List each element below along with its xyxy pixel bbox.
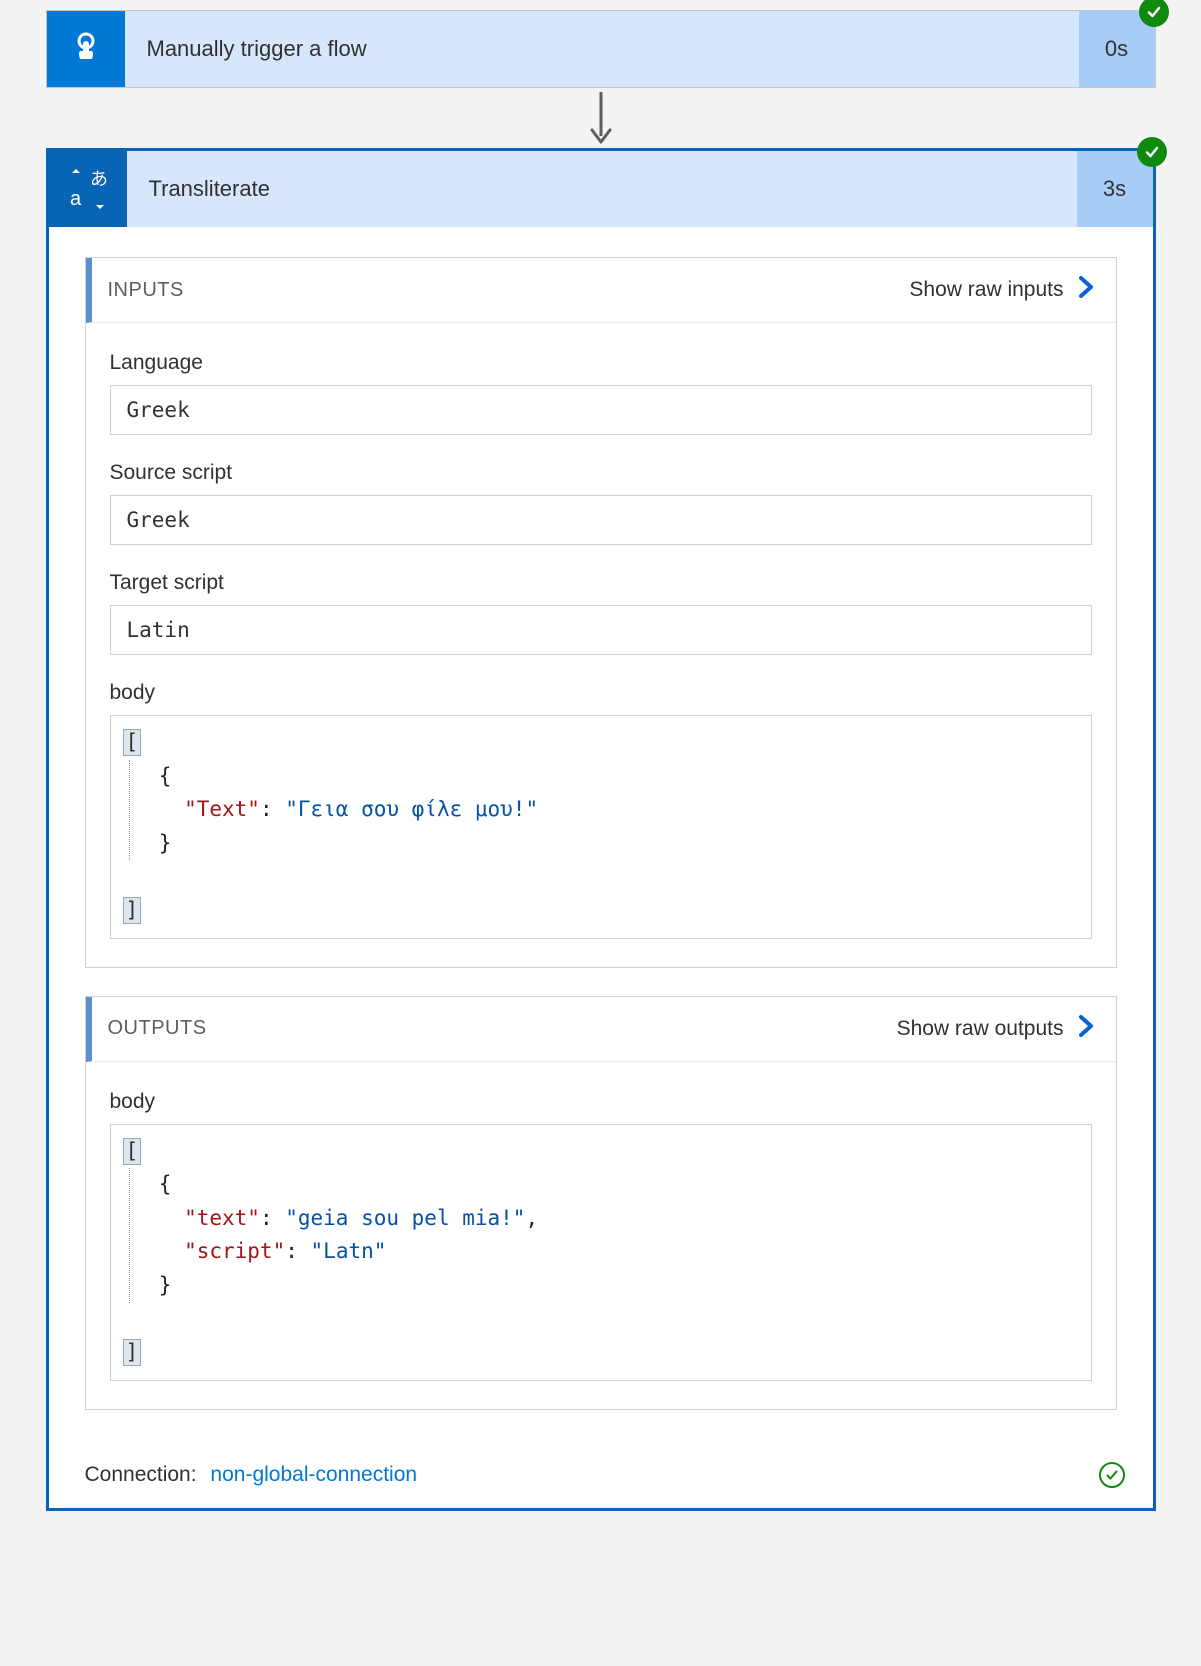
source-script-label: Source script (110, 461, 1092, 485)
inputs-panel: INPUTS Show raw inputs Language Greek (85, 257, 1117, 968)
connection-label: Connection: (85, 1463, 197, 1486)
success-icon (1139, 0, 1169, 27)
trigger-title: Manually trigger a flow (125, 11, 1079, 87)
language-label: Language (110, 351, 1092, 375)
target-script-label: Target script (110, 571, 1092, 595)
svg-text:a: a (70, 188, 82, 210)
check-circle-icon (1099, 1462, 1125, 1488)
outputs-panel: OUTPUTS Show raw outputs body [ { "text"… (85, 996, 1117, 1410)
outputs-heading: OUTPUTS (92, 1017, 207, 1040)
connection-link[interactable]: non-global-connection (210, 1463, 417, 1486)
action-header[interactable]: あ a Transliterate 3s (49, 151, 1153, 227)
output-body-json: [ { "text": "geia sou pel mia!", "script… (110, 1124, 1092, 1381)
connection-footer: Connection: non-global-connection (49, 1458, 1153, 1508)
source-script-value: Greek (110, 495, 1092, 545)
target-script-value: Latin (110, 605, 1092, 655)
svg-text:あ: あ (90, 169, 108, 189)
action-title: Transliterate (127, 151, 1077, 227)
input-body-json: [ { "Text": "Γεια σου φίλε μου!" } ] (110, 715, 1092, 939)
trigger-card[interactable]: Manually trigger a flow 0s (46, 10, 1156, 88)
touch-icon (47, 11, 125, 87)
show-raw-outputs-button[interactable]: Show raw outputs (897, 1015, 1094, 1043)
inputs-heading: INPUTS (92, 279, 184, 302)
show-raw-inputs-label: Show raw inputs (909, 278, 1063, 302)
arrow-down-icon (40, 88, 1161, 148)
translate-icon: あ a (49, 151, 127, 227)
output-body-label: body (110, 1090, 1092, 1114)
language-value: Greek (110, 385, 1092, 435)
chevron-right-icon (1078, 276, 1094, 304)
chevron-right-icon (1078, 1015, 1094, 1043)
show-raw-outputs-label: Show raw outputs (897, 1017, 1064, 1041)
input-body-label: body (110, 681, 1092, 705)
success-icon (1137, 137, 1167, 167)
show-raw-inputs-button[interactable]: Show raw inputs (909, 276, 1093, 304)
action-card: あ a Transliterate 3s INPUTS Show raw inp… (46, 148, 1156, 1511)
